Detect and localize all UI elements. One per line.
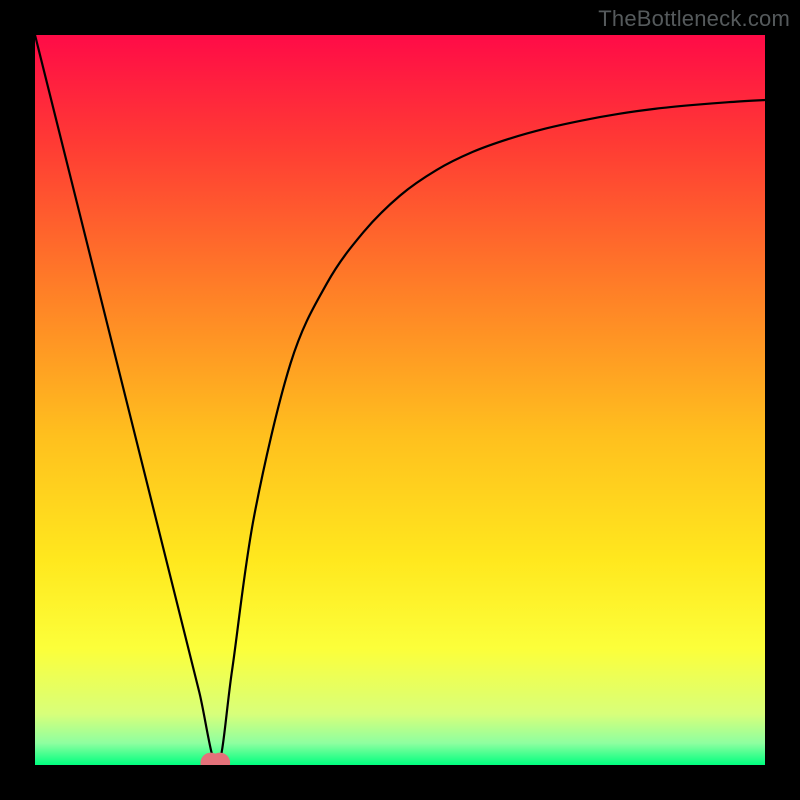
- plot-area: [35, 35, 765, 765]
- minimum-marker: [200, 753, 230, 765]
- bottleneck-chart: [35, 35, 765, 765]
- attribution-label: TheBottleneck.com: [598, 6, 790, 32]
- chart-frame: TheBottleneck.com: [0, 0, 800, 800]
- gradient-background: [35, 35, 765, 765]
